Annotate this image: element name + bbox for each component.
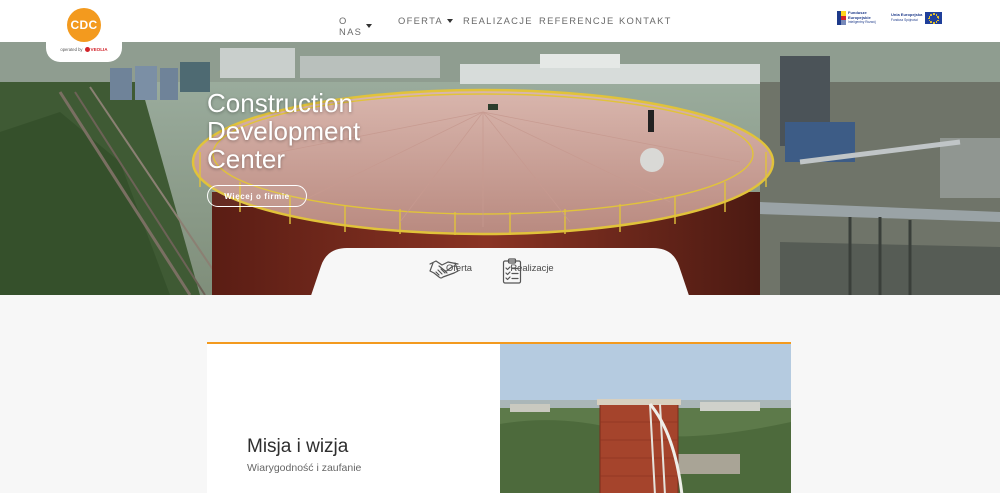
veolia-logo: VEOLIA	[84, 47, 108, 52]
hero-title: Construction Development Center	[207, 89, 407, 173]
union-line-2: Fundusz Spójności	[891, 18, 918, 22]
quick-link-oferta[interactable]: Oferta	[429, 258, 489, 279]
site-header: O NAS OFERTA REALIZACJE REFERENCJE KONTA…	[0, 0, 1000, 42]
nav-item-realizacje[interactable]: REALIZACJE	[463, 15, 533, 26]
nav-label: KONTAKT	[619, 15, 672, 26]
unia-europejska-logo: Unia Europejska Fundusz Spójności	[891, 10, 943, 26]
nav-label: REFERENCJE	[539, 15, 615, 26]
veolia-text: VEOLIA	[90, 47, 108, 52]
nav-label: OFERTA	[398, 15, 443, 26]
site-logo[interactable]: CDC operated by VEOLIA	[46, 0, 122, 62]
logo-operated-by: operated by VEOLIA	[46, 47, 122, 52]
nav-item-referencje[interactable]: REFERENCJE	[539, 15, 615, 26]
operated-by-text: operated by	[60, 47, 83, 52]
main-content: Misja i wizja Wiarygodność i zaufanie	[0, 295, 1000, 493]
tank-construction-photo	[500, 344, 791, 493]
fundusze-europejskie-logo: Fundusze Europejskie Inteligentny Rozwój	[837, 10, 881, 26]
hero-title-line: Development	[207, 116, 361, 146]
checklist-icon	[502, 258, 522, 284]
funds-line-3: Inteligentny Rozwój	[848, 20, 876, 25]
nav-label: O NAS	[339, 15, 363, 37]
mission-card: Misja i wizja Wiarygodność i zaufanie	[207, 342, 500, 493]
mission-subtitle: Wiarygodność i zaufanie	[247, 462, 362, 474]
caret-down-icon	[366, 24, 373, 28]
more-about-company-button[interactable]: Więcej o firmie	[207, 185, 307, 207]
hero-title-line: Center	[207, 144, 286, 174]
nav-item-kontakt[interactable]: KONTAKT	[619, 15, 672, 26]
quick-links-panel: Oferta Realizacje	[297, 248, 703, 295]
quick-link-realizacje[interactable]: Realizacje	[502, 258, 562, 284]
veolia-mark-icon	[84, 47, 90, 52]
eu-funding-logos: Fundusze Europejskie Inteligentny Rozwój…	[837, 9, 943, 27]
nav-item-oferta[interactable]: OFERTA	[398, 15, 453, 26]
mission-photo	[500, 342, 791, 493]
quick-panel-shape	[311, 248, 689, 295]
cdc-logo-icon: CDC	[67, 8, 101, 42]
caret-down-icon	[446, 18, 453, 23]
handshake-icon	[429, 260, 459, 279]
hero-title-line: Construction	[207, 88, 353, 118]
fundusze-mark-icon	[837, 11, 846, 25]
mission-title: Misja i wizja	[247, 436, 349, 457]
nav-label: REALIZACJE	[463, 15, 533, 26]
nav-item-o-nas[interactable]: O NAS	[339, 15, 373, 37]
eu-flag-icon	[925, 12, 943, 24]
hero-banner: Construction Development Center Więcej o…	[0, 42, 1000, 295]
